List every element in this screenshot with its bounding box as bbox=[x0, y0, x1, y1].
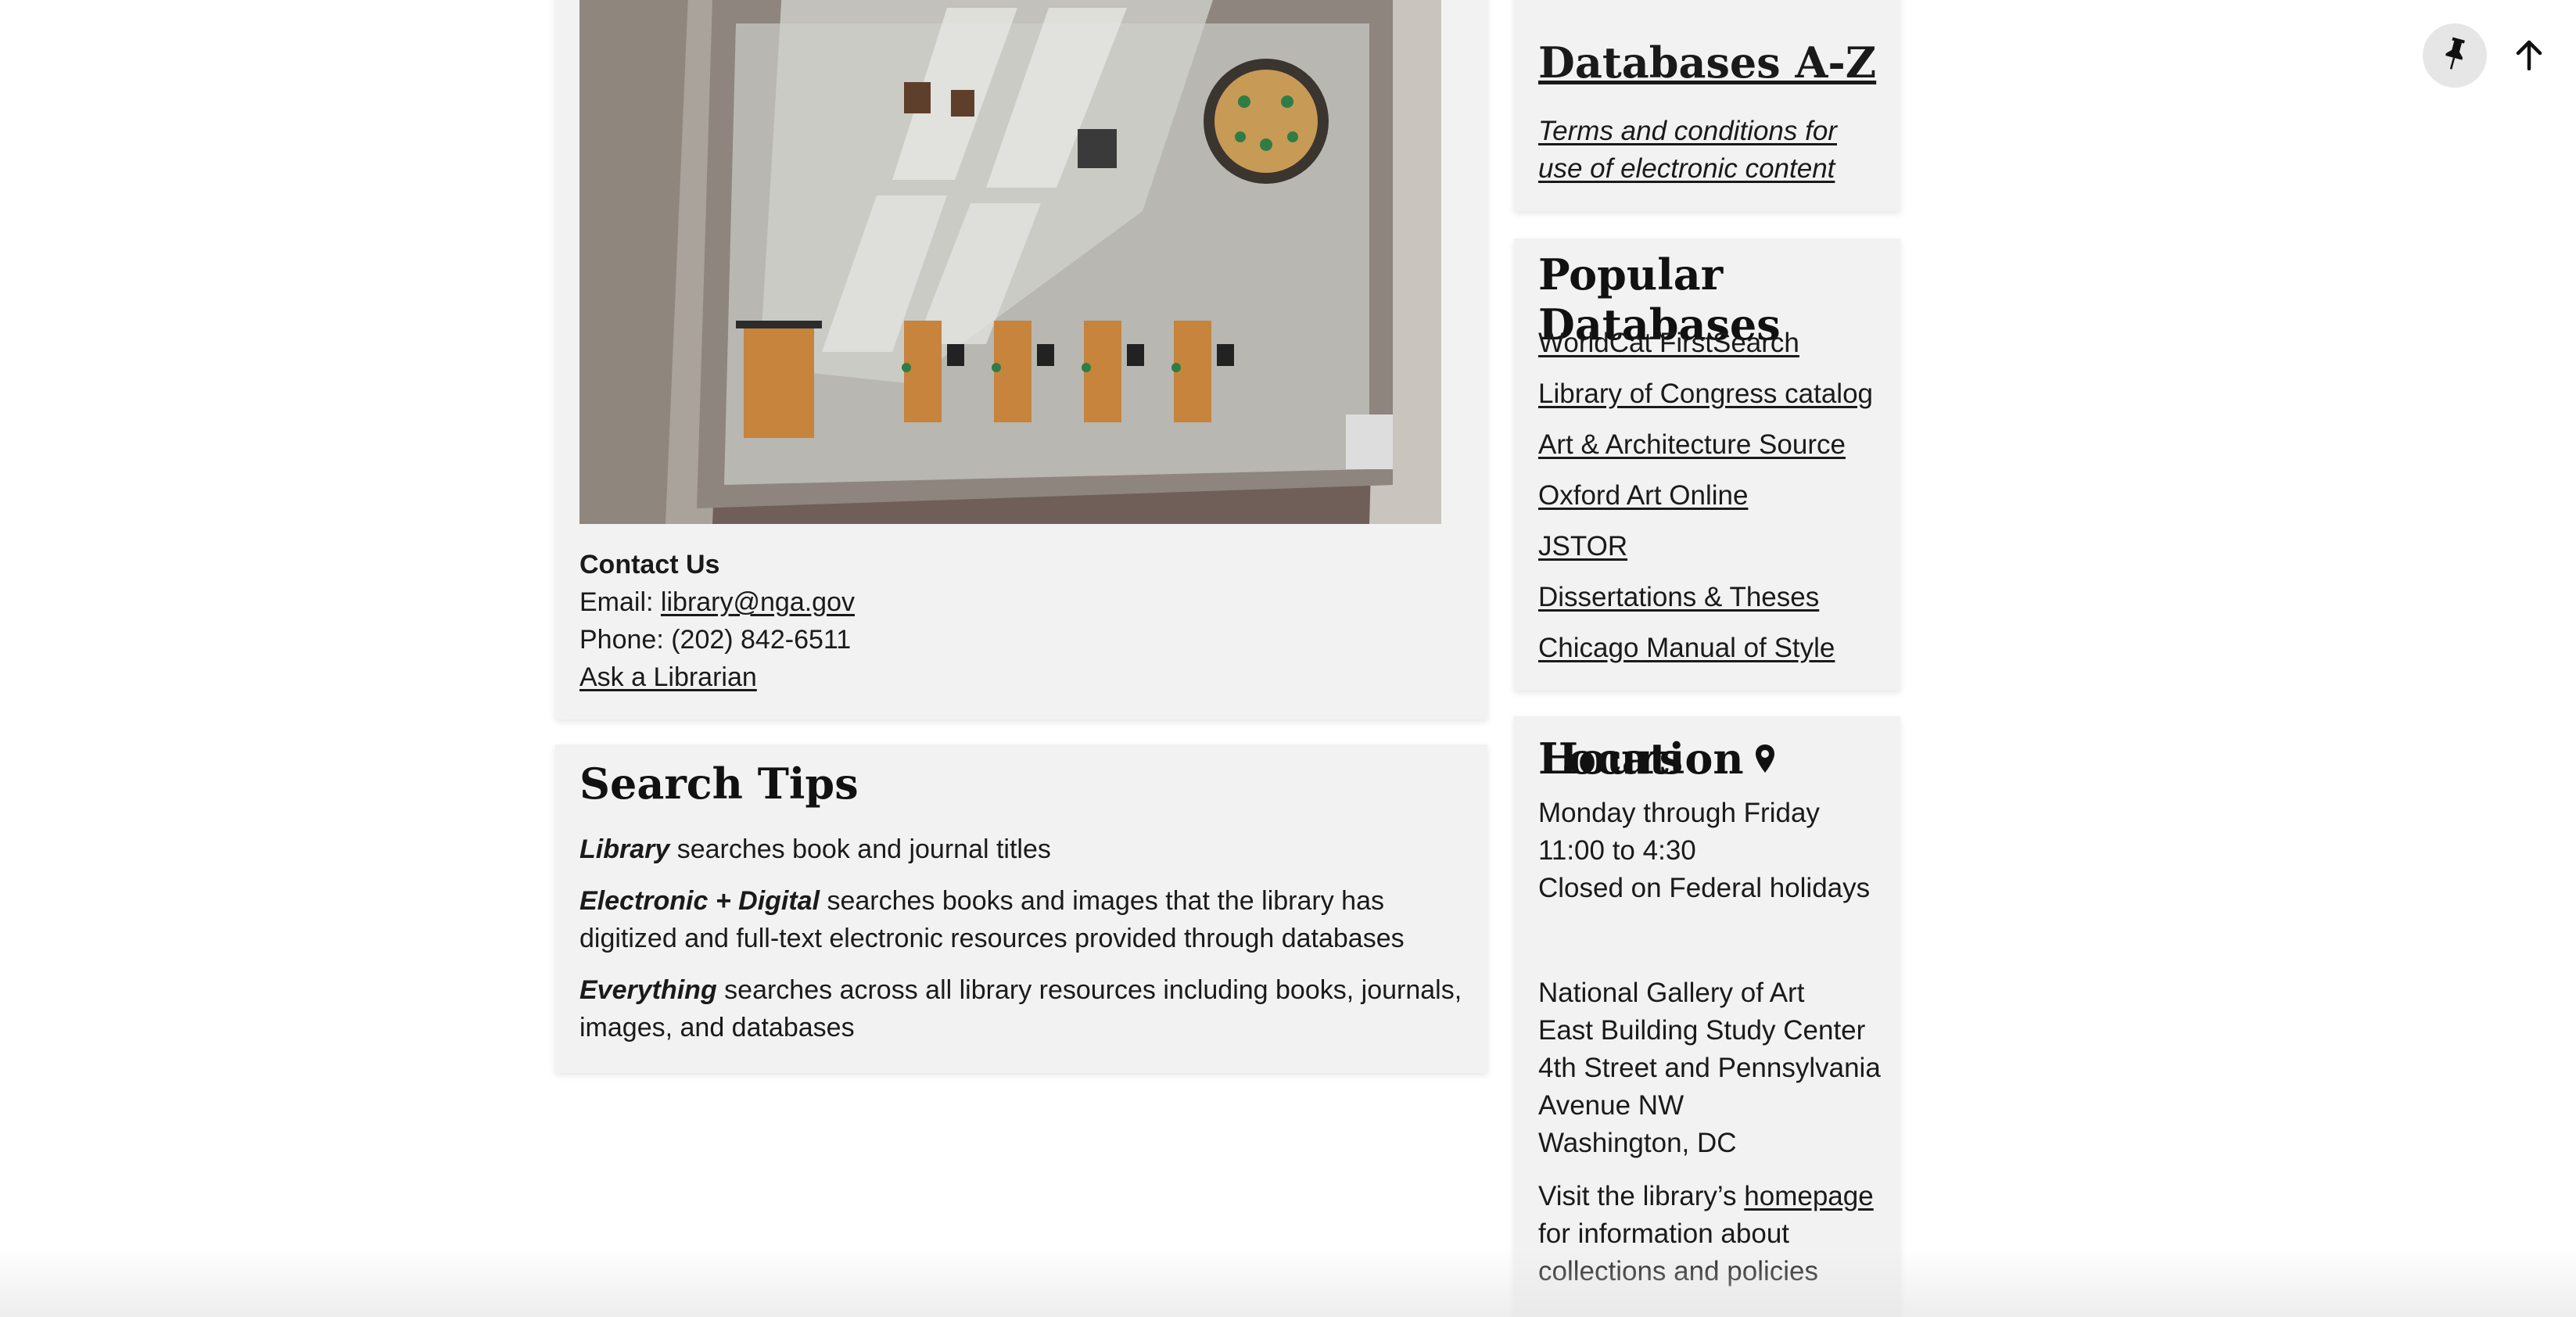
hours-weekdays: Monday through Friday 11:00 to 4:30 bbox=[1538, 798, 1820, 866]
map-marker-icon bbox=[1755, 734, 1775, 784]
loc-catalog-link[interactable]: Library of Congress catalog bbox=[1538, 379, 1873, 409]
jstor-link[interactable]: JSTOR bbox=[1538, 531, 1627, 562]
databases-az-card: Databases A-Z Terms and conditions for u… bbox=[1514, 0, 1900, 211]
email-line: Email: library@nga.gov bbox=[579, 583, 1440, 621]
email-label: Email: bbox=[579, 587, 661, 617]
list-item: Oxford Art Online bbox=[1538, 477, 1873, 528]
phone-line: Phone: (202) 842-6511 bbox=[579, 625, 852, 655]
library-atrium-photo bbox=[579, 0, 1441, 524]
list-item: WorldCat FirstSearch bbox=[1538, 325, 1873, 375]
list-item: JSTOR bbox=[1538, 528, 1873, 579]
databases-az-link[interactable]: Databases A-Z bbox=[1538, 38, 1876, 88]
tip-term: Everything bbox=[579, 975, 717, 1005]
address: National Gallery of Art East Building St… bbox=[1538, 974, 1882, 1162]
contact-card: Contact Us Email: library@nga.gov Phone:… bbox=[555, 0, 1487, 720]
hours-location-card: Hours Monday through Friday 11:00 to 4:3… bbox=[1514, 716, 1900, 1317]
tip-text: searches book and journal titles bbox=[669, 834, 1051, 864]
email-link[interactable]: library@nga.gov bbox=[661, 587, 855, 617]
location-heading-text: Location bbox=[1538, 734, 1744, 784]
contact-title: Contact Us bbox=[579, 550, 720, 580]
address-line: East Building Study Center bbox=[1538, 1015, 1866, 1046]
pushpin-icon bbox=[2441, 37, 2468, 75]
ask-a-librarian-link[interactable]: Ask a Librarian bbox=[579, 662, 757, 692]
list-item: Chicago Manual of Style bbox=[1538, 630, 1873, 680]
tip-term: Electronic + Digital bbox=[579, 886, 820, 916]
hours-holidays: Closed on Federal holidays bbox=[1538, 873, 1871, 903]
visit-suffix: for information about collections and po… bbox=[1538, 1218, 1818, 1286]
dissertations-link[interactable]: Dissertations & Theses bbox=[1538, 582, 1819, 612]
back-to-top-button[interactable] bbox=[2499, 27, 2559, 86]
location-heading: Location bbox=[1538, 734, 1775, 784]
popular-databases-card: Popular Databases WorldCat FirstSearch L… bbox=[1514, 239, 1900, 691]
tip-term: Library bbox=[579, 834, 670, 864]
list-item: Library of Congress catalog bbox=[1538, 375, 1873, 426]
address-line: 4th Street and Pennsylvania Avenue NW bbox=[1538, 1053, 1881, 1121]
pin-button[interactable] bbox=[2423, 23, 2487, 88]
visit-prefix: Visit the library’s bbox=[1538, 1181, 1745, 1211]
popular-databases-list: WorldCat FirstSearch Library of Congress… bbox=[1538, 325, 1873, 680]
contact-info: Contact Us Email: library@nga.gov Phone:… bbox=[579, 546, 1440, 696]
tip-everything: Everything searches across all library r… bbox=[579, 971, 1463, 1046]
address-line: National Gallery of Art bbox=[1538, 978, 1805, 1008]
search-tips-card: Search Tips Library searches book and jo… bbox=[555, 745, 1487, 1073]
oxford-art-link[interactable]: Oxford Art Online bbox=[1538, 480, 1748, 511]
homepage-link[interactable]: homepage bbox=[1744, 1181, 1873, 1211]
list-item: Art & Architecture Source bbox=[1538, 426, 1873, 477]
chicago-manual-link[interactable]: Chicago Manual of Style bbox=[1538, 633, 1835, 663]
search-tips-heading: Search Tips bbox=[579, 759, 859, 809]
terms-conditions-link[interactable]: Terms and conditions for use of electron… bbox=[1538, 116, 1837, 184]
arrow-up-icon bbox=[2515, 39, 2543, 74]
hours-text: Monday through Friday 11:00 to 4:30 Clos… bbox=[1538, 795, 1882, 907]
visit-text: Visit the library’s homepage for informa… bbox=[1538, 1178, 1882, 1290]
worldcat-link[interactable]: WorldCat FirstSearch bbox=[1538, 328, 1799, 358]
databases-az-heading[interactable]: Databases A-Z bbox=[1538, 38, 1876, 88]
bottom-fade bbox=[0, 1248, 2576, 1317]
tip-library: Library searches book and journal titles bbox=[579, 831, 1463, 868]
list-item: Dissertations & Theses bbox=[1538, 579, 1873, 630]
art-architecture-link[interactable]: Art & Architecture Source bbox=[1538, 429, 1846, 460]
address-line: Washington, DC bbox=[1538, 1128, 1737, 1158]
page: Contact Us Email: library@nga.gov Phone:… bbox=[0, 0, 2576, 1317]
tip-electronic-digital: Electronic + Digital searches books and … bbox=[579, 882, 1463, 957]
